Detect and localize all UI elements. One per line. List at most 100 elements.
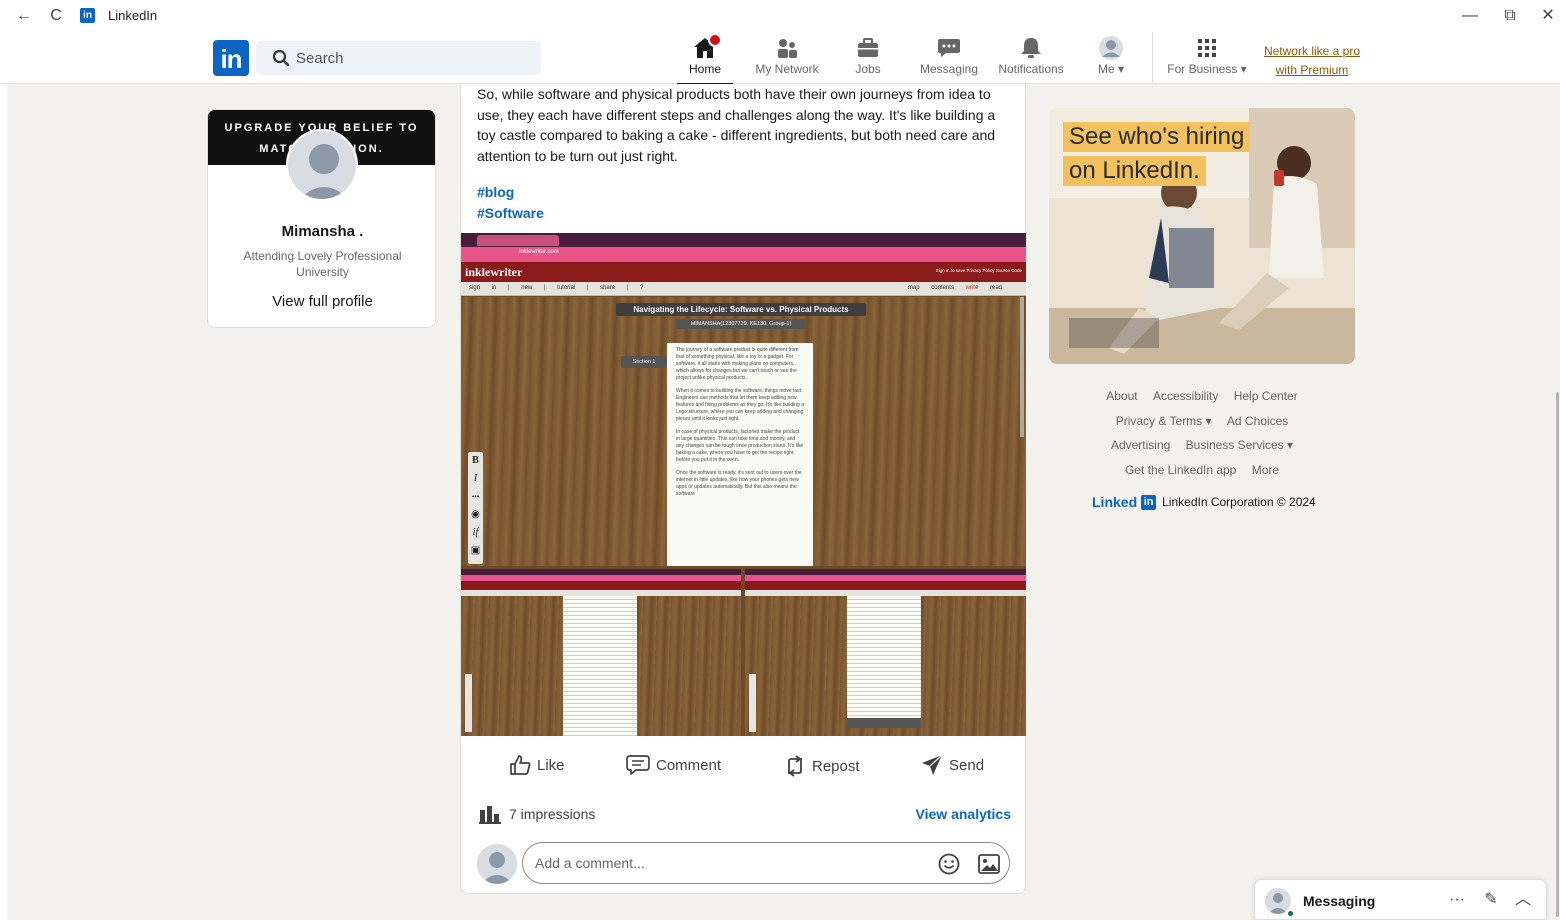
footer-links: About Accessibility Help Center Privacy … (1049, 384, 1355, 482)
maximize-icon[interactable]: ⧉ (1500, 6, 1520, 26)
screenshot-tab (477, 235, 559, 246)
nav-notifications-label: Notifications (998, 62, 1064, 76)
nav-my-network[interactable]: My Network (752, 36, 822, 84)
footer-brand-logo: Linked (1092, 494, 1138, 510)
inkle-scrollbar (1020, 297, 1024, 437)
messaging-label[interactable]: Messaging (1303, 893, 1375, 909)
profile-name[interactable]: Mimansha . (208, 223, 435, 240)
like-button[interactable]: Like (509, 754, 565, 776)
profile-avatar[interactable] (286, 129, 358, 201)
nav-messaging-label: Messaging (919, 62, 979, 76)
emoji-icon[interactable] (938, 853, 960, 875)
messaging-overlay[interactable]: Messaging ··· ✎ ︿ (1254, 879, 1547, 920)
view-analytics-link[interactable]: View analytics (916, 806, 1011, 822)
screenshot-urlbar: inklewriter.com (461, 247, 1026, 262)
window-title: LinkedIn (108, 8, 158, 23)
comment-box[interactable] (522, 842, 1010, 884)
inkle-header: inklewriter Sign in to save Privacy Poli… (461, 262, 1026, 282)
compose-icon[interactable]: ✎ (1481, 890, 1501, 910)
minimize-icon[interactable]: — (1460, 6, 1480, 26)
impressions-count[interactable]: 7 impressions (509, 806, 595, 822)
nav-home[interactable]: Home (677, 33, 733, 85)
comment-input[interactable] (535, 843, 925, 883)
story-title: Navigating the Lifecycle: Software vs. P… (616, 303, 866, 316)
nav-jobs[interactable]: Jobs (852, 36, 884, 84)
footer-row: Get the LinkedIn app More (1049, 458, 1355, 483)
premium-link[interactable]: Network like a pro with Premium (1262, 42, 1362, 80)
image-upload-icon[interactable] (978, 854, 1000, 874)
ad-card[interactable]: See who's hiring on LinkedIn. (1049, 108, 1355, 364)
profile-subtitle: Attending Lovely Professional University (243, 249, 402, 279)
chevron-up-icon[interactable]: ︿ (1513, 890, 1533, 910)
grid-icon (1194, 36, 1220, 60)
nav-jobs-label: Jobs (855, 62, 881, 76)
footer-brand: Linked in LinkedIn Corporation © 2024 (1092, 494, 1316, 510)
footer-link-about[interactable]: About (1106, 389, 1137, 403)
bell-icon (1018, 36, 1044, 60)
avatar (477, 844, 517, 884)
search-bar[interactable] (256, 41, 541, 75)
screenshot-url: inklewriter.com (519, 249, 559, 255)
hashtag-link[interactable]: #blog (477, 184, 514, 200)
inkle-right-menu: map contents write read (907, 285, 1002, 291)
thumbnail-left (461, 569, 741, 736)
send-icon (922, 754, 943, 775)
comment-button[interactable]: Comment (626, 754, 721, 776)
main-screenshot: inklewriter.com inklewriter Sign in to s… (461, 233, 1026, 566)
footer-link-accessibility[interactable]: Accessibility (1153, 389, 1218, 403)
page-scrollbar[interactable] (1556, 392, 1559, 917)
nav-me[interactable]: Me ▾ (1093, 36, 1129, 84)
premium-line-1: Network like a pro (1263, 44, 1361, 58)
footer-link-privacy-terms[interactable]: Privacy & Terms ▾ (1116, 414, 1212, 428)
footer-link-ad-choices[interactable]: Ad Choices (1227, 414, 1288, 428)
footer-link-more[interactable]: More (1252, 463, 1279, 477)
notification-badge (708, 33, 722, 47)
post-card: So, while software and physical products… (460, 84, 1026, 894)
analytics-icon (479, 806, 501, 824)
footer-copyright: LinkedIn Corporation © 2024 (1162, 495, 1316, 509)
italic-icon: I (473, 473, 478, 484)
window-titlebar: ← C in LinkedIn — ⧉ ✕ (0, 0, 1560, 32)
footer-link-help-center[interactable]: Help Center (1234, 389, 1298, 403)
ad-headline-line-2: on LinkedIn. (1063, 156, 1206, 186)
nav-me-label: Me ▾ (1097, 62, 1125, 76)
repost-icon (788, 755, 802, 777)
post-image[interactable]: inklewriter.com inklewriter Sign in to s… (461, 233, 1026, 736)
chevron-down-icon: ▾ (1117, 62, 1125, 76)
nav-notifications[interactable]: Notifications (995, 36, 1067, 84)
more-options-icon[interactable]: ··· (1447, 890, 1467, 910)
footer-link-get-app[interactable]: Get the LinkedIn app (1125, 463, 1236, 477)
footer-row: Advertising Business Services ▾ (1049, 433, 1355, 458)
nav-messaging[interactable]: Messaging (918, 36, 980, 84)
nav-for-business[interactable]: For Business ▾ (1163, 36, 1251, 84)
nav-home-label: Home (688, 62, 721, 76)
search-icon (272, 49, 290, 67)
profile-card: UPGRADE YOUR BELIEF TO MATC SION. Mimans… (207, 109, 436, 328)
hashtag-link[interactable]: #Software (477, 205, 544, 221)
repost-button[interactable]: Repost (784, 754, 860, 778)
inkle-wood-canvas: Navigating the Lifecycle: Software vs. P… (461, 297, 1026, 566)
global-nav: in Home My Network Jobs Messaging (0, 32, 1560, 85)
search-input[interactable] (296, 41, 536, 75)
image-icon: ◉ (471, 509, 480, 520)
story-author: MIMANSHA(12307729, KE130, Group-1) (676, 319, 806, 329)
avatar (1098, 36, 1124, 60)
nav-my-network-label: My Network (755, 62, 819, 76)
thumbs-up-icon (510, 755, 531, 775)
linkedin-logo[interactable]: in (213, 40, 249, 76)
comment-label: Comment (656, 756, 722, 774)
footer-link-advertising[interactable]: Advertising (1111, 438, 1170, 452)
view-profile-link[interactable]: View full profile (208, 293, 435, 310)
more-icon: ••• (471, 493, 480, 501)
post-text: So, while software and physical products… (477, 86, 996, 164)
reload-icon[interactable]: C (46, 6, 66, 26)
send-button[interactable]: Send (921, 754, 984, 776)
inkle-logo: inklewriter (465, 265, 523, 279)
premium-line-2: with Premium (1275, 63, 1349, 77)
footer-link-business-services[interactable]: Business Services ▾ (1186, 438, 1293, 452)
online-status-dot (1286, 909, 1295, 918)
close-icon[interactable]: ✕ (1538, 6, 1558, 26)
back-icon[interactable]: ← (14, 6, 34, 26)
story-paragraph: When it comes to building the software, … (676, 388, 804, 422)
nav-for-business-label: For Business ▾ (1167, 62, 1247, 76)
